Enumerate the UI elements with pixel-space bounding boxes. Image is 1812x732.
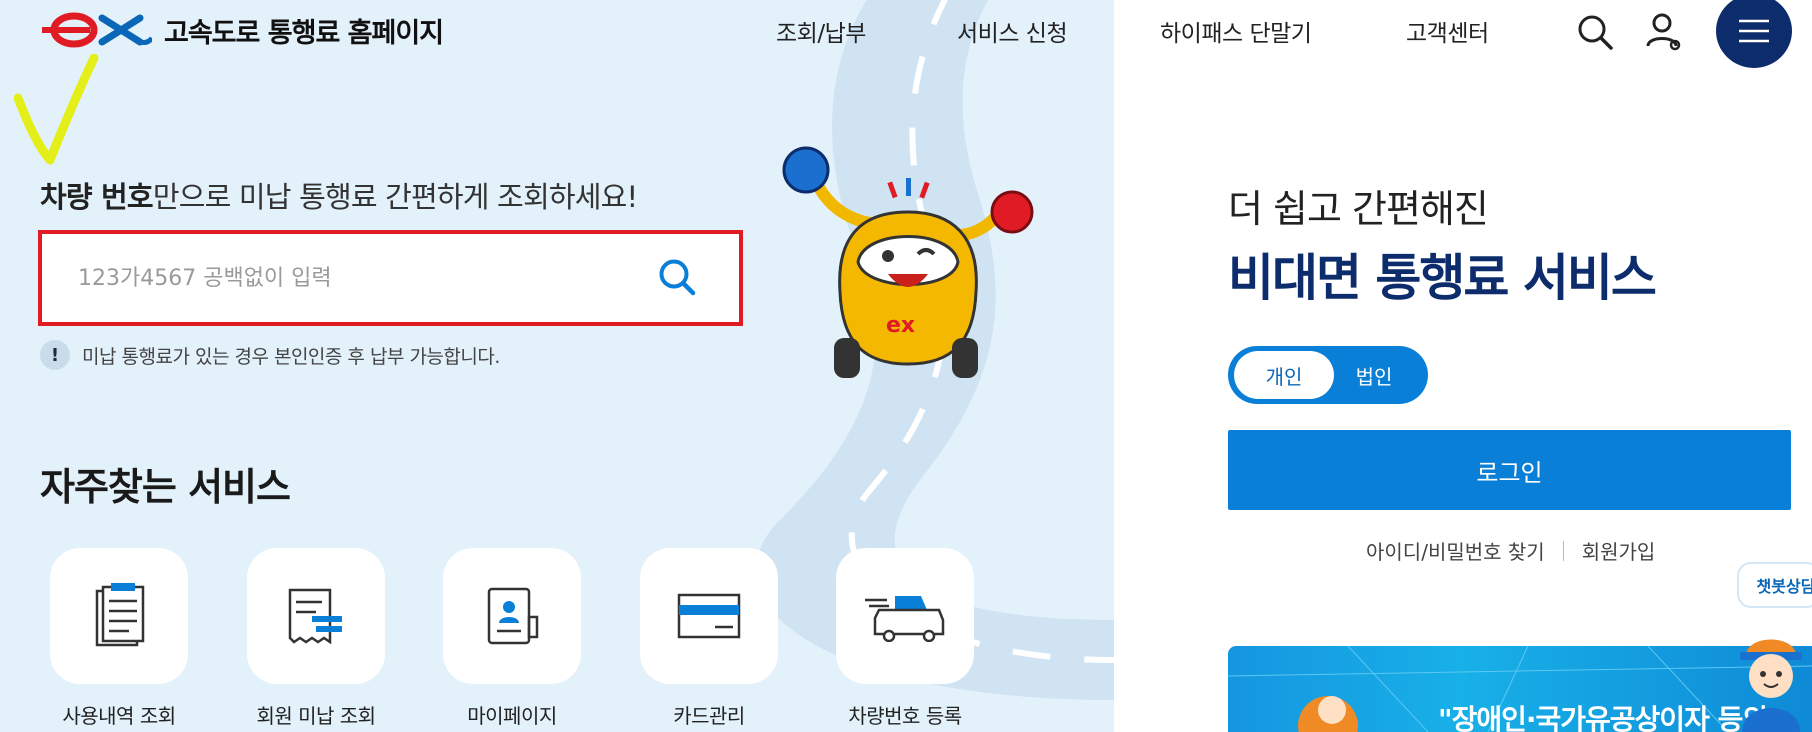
service-card[interactable] [836,548,974,684]
login-button[interactable]: 로그인 [1228,430,1791,510]
chatbot-bubble[interactable]: 챗봇상담 [1737,562,1812,608]
service-label: 사용내역 조회 [62,704,176,728]
chatbot-label: 챗봇상담 [1756,577,1812,596]
search-headline: 차량 번호만으로 미납 통행료 간편하게 조회하세요! [40,174,638,216]
service-card[interactable] [443,548,581,684]
mascot-car-illustration: ex [782,146,1034,378]
clipboard-icon [95,583,145,647]
search-headline-bold: 차량 번호 [40,180,154,214]
login-panel-subtitle: 더 쉽고 간편해진 [1228,187,1489,231]
svg-text:ex: ex [886,313,915,338]
service-card[interactable] [247,548,385,684]
menu-icon [1739,19,1769,43]
find-id-password-link[interactable]: 아이디/비밀번호 찾기 [1366,536,1545,565]
car-icon [865,596,945,642]
nav-service-apply[interactable]: 서비스 신청 [957,14,1068,48]
login-panel-title: 비대면 통행료 서비스 [1228,249,1657,307]
notice: ! 미납 통행료가 있는 경우 본인인증 후 납부 가능합니다. [40,340,500,370]
nav-customer-center[interactable]: 고객센터 [1406,14,1489,48]
service-label: 마이페이지 [467,704,557,728]
service-label: 카드관리 [673,704,745,728]
service-card-management[interactable]: 카드관리 [640,548,778,729]
site-title: 고속도로 통행료 홈페이지 [164,17,444,49]
nav-inquiry-payment[interactable]: 조회/납부 [776,14,866,48]
nav-hipass-device[interactable]: 하이패스 단말기 [1160,14,1312,48]
link-divider [1562,540,1564,561]
receipt-icon [288,588,342,645]
service-usage-history[interactable]: 사용내역 조회 [50,548,188,729]
signup-link[interactable]: 회원가입 [1582,536,1656,565]
service-label: 차량번호 등록 [848,704,962,728]
service-card[interactable] [50,548,188,684]
checkmark-annotation-icon [14,54,99,165]
profile-book-icon [487,587,539,645]
vehicle-number-search-input[interactable] [44,236,730,320]
site-logo[interactable]: 고속도로 통행료 홈페이지 [40,10,444,50]
ex-logo-icon [42,12,152,48]
exclamation-icon: ! [40,340,70,370]
search-submit-button[interactable] [652,252,702,302]
service-vehicle-registration[interactable]: 차량번호 등록 [836,548,974,729]
search-icon [659,259,696,296]
chatbot-character-icon[interactable] [1730,626,1812,732]
banner-text: "장애인·국가유공상이자 등의 [1438,703,1768,732]
service-label: 회원 미납 조회 [256,704,376,728]
card-icon [677,593,741,639]
service-mypage[interactable]: 마이페이지 [443,548,581,729]
notice-text: 미납 통행료가 있는 경우 본인인증 후 납부 가능합니다. [82,345,500,368]
service-member-unpaid[interactable]: 회원 미납 조회 [247,548,385,729]
search-icon[interactable] [1573,10,1617,54]
promo-banner[interactable]: "장애인·국가유공상이자 등의 [1228,646,1812,732]
search-headline-rest: 만으로 미납 통행료 간편하게 조회하세요! [152,180,638,214]
toggle-corporate[interactable]: 법인 [1324,351,1424,399]
account-links: 아이디/비밀번호 찾기 회원가입 [1366,536,1655,565]
toggle-personal[interactable]: 개인 [1234,351,1334,399]
service-card[interactable] [640,548,778,684]
member-type-toggle[interactable]: 개인 법인 [1228,346,1428,404]
user-icon[interactable] [1642,10,1686,54]
right-panel [1114,0,1812,732]
frequent-services-title: 자주찾는 서비스 [40,465,291,509]
